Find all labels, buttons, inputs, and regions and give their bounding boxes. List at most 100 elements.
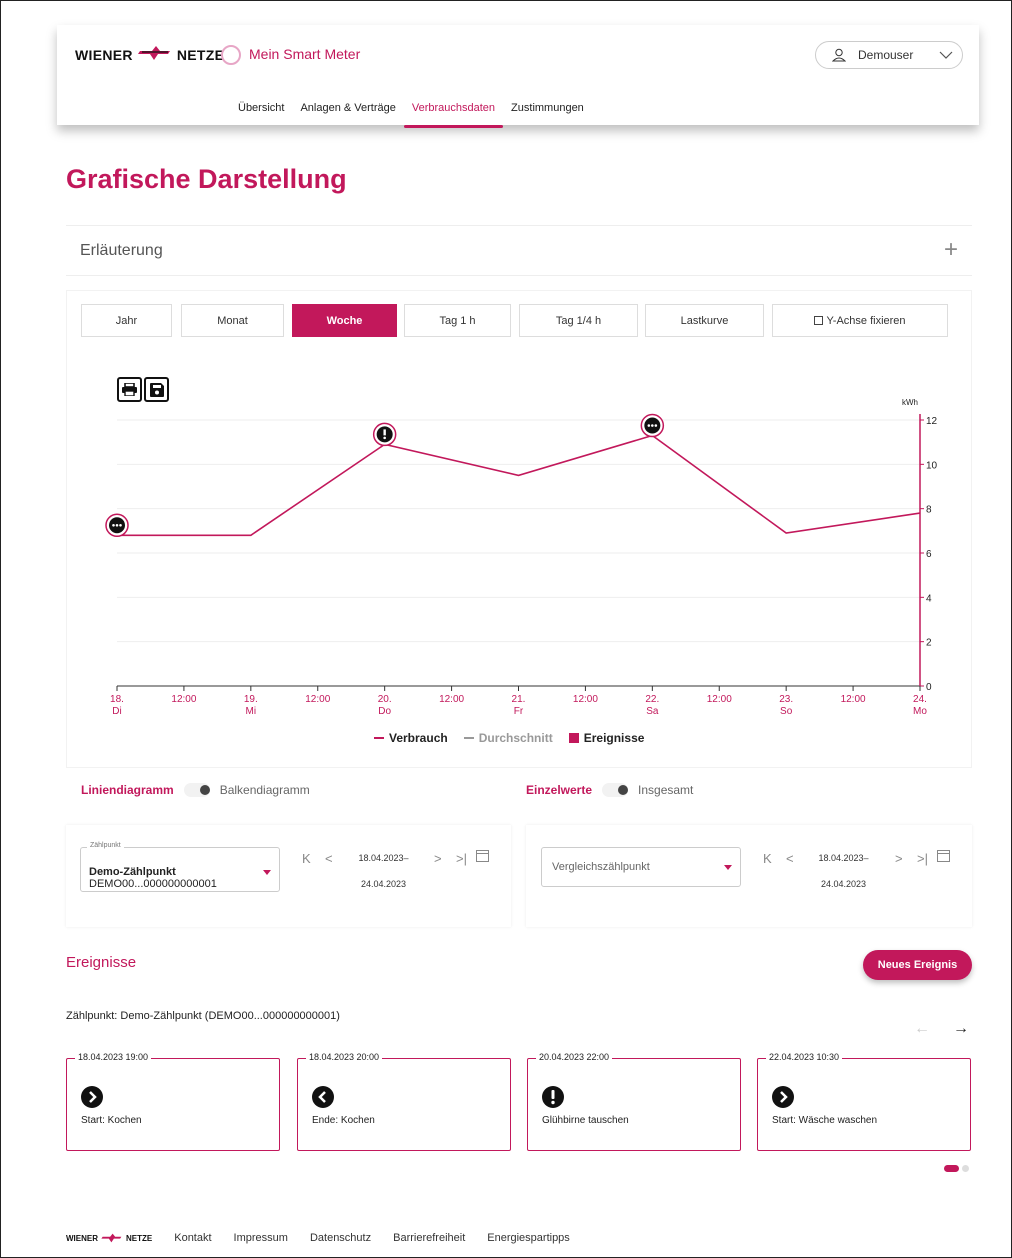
zaehlpunkt-select-label: Zählpunkt [87,842,124,849]
toggle-label-insgesamt: Insgesamt [638,783,694,797]
next-icon[interactable]: > [895,851,903,866]
chart-type-switch[interactable] [183,783,210,797]
next-icon[interactable]: > [434,851,442,866]
footer-link-kontakt[interactable]: Kontakt [174,1232,211,1244]
legend-ereignisse[interactable]: Ereignisse [568,731,645,745]
footer-link-impressum[interactable]: Impressum [234,1232,288,1244]
last-page-icon[interactable]: >| [917,851,928,866]
event-date: 20.04.2023 22:00 [536,1052,613,1062]
exclamation-icon [383,429,386,436]
chevron-right-circle-icon [772,1086,794,1108]
ereignisse-title: Ereignisse [66,954,137,971]
footer-logo[interactable]: WIENER NETZE [66,1233,152,1243]
pagination-dot[interactable] [962,1165,969,1172]
caret-down-icon [263,870,271,875]
y-axis-unit: kWh [902,398,918,407]
x-tick-sublabel: Mi [246,706,257,717]
event-label: Ende: Kochen [312,1115,375,1126]
chart-legend: Verbrauch Durchschnitt Ereignisse [374,731,644,745]
first-page-icon[interactable]: K [763,851,772,866]
pagination-dot-active[interactable] [944,1165,959,1172]
event-date: 18.04.2023 20:00 [306,1052,383,1062]
footer-link-energiespartipps[interactable]: Energiespartipps [487,1232,570,1244]
x-tick-label: 21. [512,694,526,705]
caret-down-icon [724,865,732,870]
footer-link-datenschutz[interactable]: Datenschutz [310,1232,371,1244]
x-tick-label: 22. [645,694,659,705]
chart-type-toggle: Liniendiagramm Balkendiagramm [81,783,310,797]
x-tick-sublabel: Mo [913,706,927,717]
y-tick-label: 10 [926,460,938,471]
vergleich-placeholder: Vergleichszählpunkt [552,861,650,873]
x-tick-label: 12:00 [573,694,598,705]
toggle-label-einzelwerte: Einzelwerte [526,783,593,797]
x-tick-sublabel: So [780,706,793,717]
more-icon-dot [115,523,119,527]
more-icon-dot [647,424,651,427]
x-tick-label: 23. [779,694,793,705]
series-line-verbrauch [117,434,921,537]
x-tick-label: 12:00 [305,694,330,705]
zaehlpunkt-date-from: 18.04.2023– [358,853,409,863]
x-tick-label: 12:00 [171,694,196,705]
vergleich-date-to: 24.04.2023 [820,879,867,889]
event-card[interactable]: 20.04.2023 22:00 Glühbirne tauschen [527,1052,741,1151]
ereignisse-zaehlpunkt: Zählpunkt: Demo-Zählpunkt (DEMO00...0000… [66,1010,340,1022]
x-tick-label: 20. [378,694,392,705]
legend-verbrauch-label: Verbrauch [389,731,448,745]
event-label: Start: Wäsche waschen [772,1115,878,1126]
zaehlpunkt-name: Demo-Zählpunkt [89,866,176,878]
event-date: 22.04.2023 10:30 [766,1052,843,1062]
zaehlpunkt-select[interactable]: Zählpunkt Demo-Zählpunkt DEMO00...000000… [80,842,280,892]
legend-verbrauch[interactable]: Verbrauch [374,731,448,745]
more-icon-dot [654,424,658,427]
x-tick-sublabel: Di [112,706,121,717]
x-tick-label: 19. [244,694,258,705]
calendar-icon[interactable] [476,849,489,865]
exclamation-dot [383,436,386,440]
chevron-right-circle-icon [81,1086,103,1108]
zaehlpunkt-id: DEMO00...000000000001 [89,878,217,890]
footer: WIENER NETZE Kontakt Impressum Datenschu… [66,1232,570,1244]
vergleichszaehlpunkt-select[interactable]: Vergleichszählpunkt [541,847,741,887]
carousel-pagination [944,1165,969,1172]
event-card[interactable]: 22.04.2023 10:30 Start: Wäsche waschen [757,1052,971,1151]
toggle-label-liniendiagramm: Liniendiagramm [81,783,174,797]
y-tick-label: 8 [926,505,932,516]
neues-ereignis-button[interactable]: Neues Ereignis [863,950,972,980]
event-label: Glühbirne tauschen [542,1115,629,1126]
footer-logo-right: NETZE [126,1233,153,1243]
x-tick-label: 12:00 [707,694,732,705]
last-page-icon[interactable]: >| [456,851,467,866]
arrow-right-icon[interactable]: → [953,1020,969,1038]
event-label: Start: Kochen [81,1115,142,1126]
y-tick-label: 2 [926,638,932,649]
y-tick-label: 0 [926,682,932,693]
event-card[interactable]: 18.04.2023 20:00 Ende: Kochen [297,1052,511,1151]
more-icon-dot [119,523,122,527]
more-icon-dot [651,424,654,427]
legend-durchschnitt-label: Durchschnitt [478,731,553,745]
x-tick-label: 12:00 [439,694,464,705]
logo-mark-icon [101,1233,122,1243]
event-card[interactable]: 18.04.2023 19:00 Start: Kochen [66,1052,280,1151]
legend-durchschnitt[interactable]: Durchschnitt [463,731,553,745]
x-tick-sublabel: Do [378,706,391,717]
event-date: 18.04.2023 19:00 [75,1052,152,1062]
zaehlpunkt-card: Zählpunkt Demo-Zählpunkt DEMO00...000000… [66,825,511,927]
first-page-icon[interactable]: K [302,851,311,866]
arrow-left-icon[interactable]: ← [914,1020,930,1038]
prev-icon[interactable]: < [786,851,794,866]
y-tick-label: 12 [926,416,938,427]
value-mode-toggle: Einzelwerte Insgesamt [526,783,693,797]
x-tick-label: 24. [913,694,927,705]
x-tick-label: 12:00 [841,694,866,705]
value-mode-switch[interactable] [602,783,629,797]
legend-ereignisse-label: Ereignisse [583,731,645,745]
calendar-icon[interactable] [937,849,950,865]
footer-logo-left: WIENER [66,1233,98,1243]
y-tick-label: 4 [926,593,932,604]
prev-icon[interactable]: < [325,851,333,866]
footer-link-barrierefreiheit[interactable]: Barrierefreiheit [393,1232,465,1244]
zaehlpunkt-date-to: 24.04.2023 [360,879,407,889]
